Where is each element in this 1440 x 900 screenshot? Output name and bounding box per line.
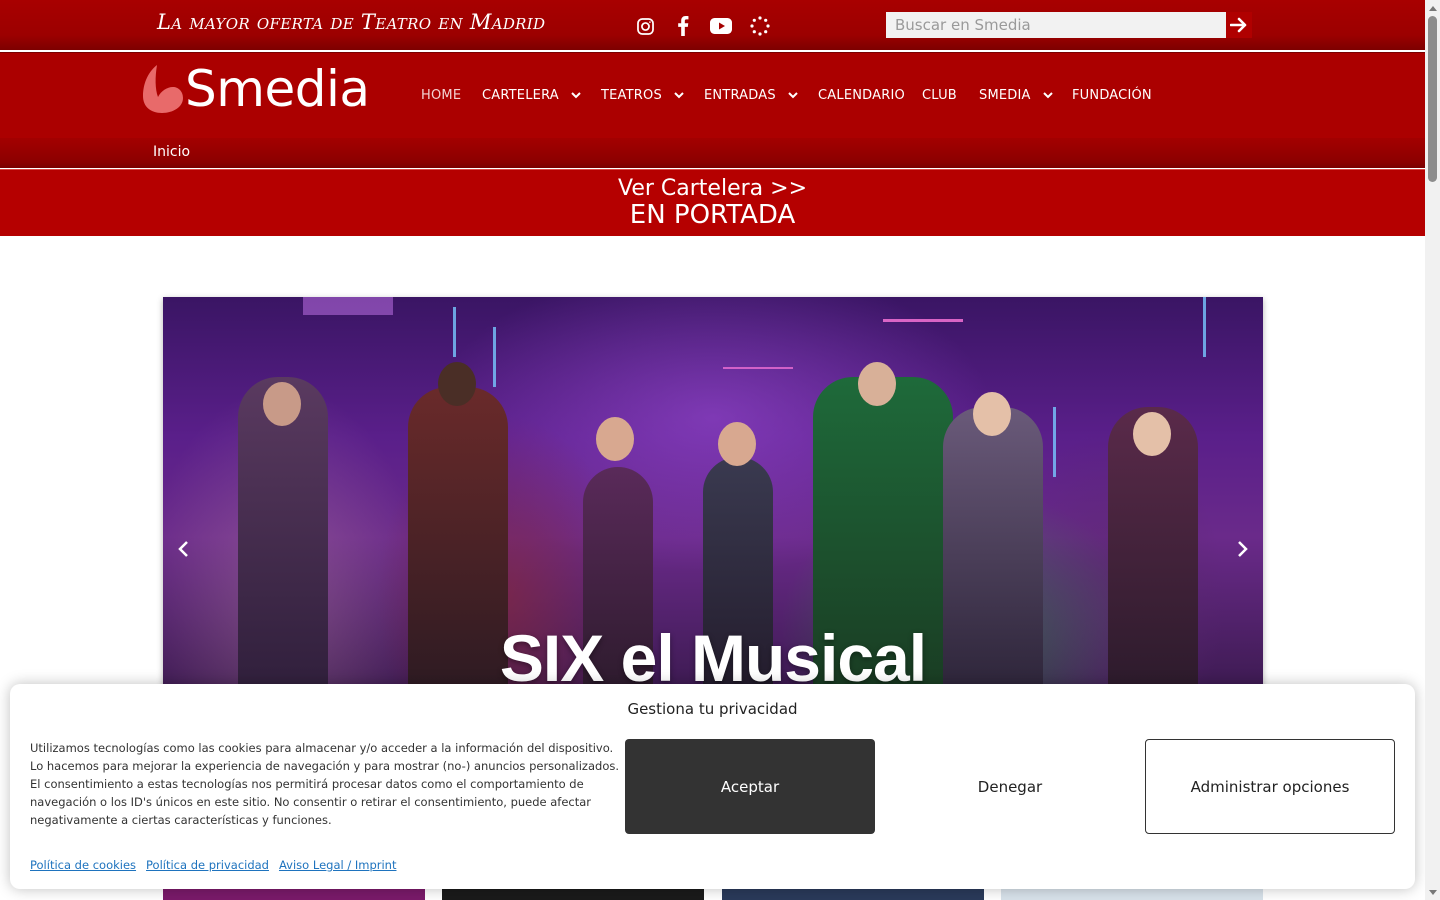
nav-smedia[interactable]: SMEDIA bbox=[979, 88, 1053, 103]
chevron-left-icon bbox=[178, 541, 188, 557]
scroll-thumb[interactable] bbox=[1428, 16, 1437, 182]
search-form bbox=[886, 12, 1252, 38]
top-bar: La mayor oferta de Teatro en Madrid bbox=[0, 0, 1425, 50]
search-input[interactable] bbox=[886, 12, 1226, 38]
chevron-down-icon bbox=[788, 92, 798, 99]
nav-club-label: CLUB bbox=[922, 88, 957, 103]
chevron-down-icon bbox=[674, 92, 684, 99]
nav-cartelera[interactable]: CARTELERA bbox=[482, 88, 581, 103]
nav-fundacion[interactable]: FUNDACIÓN bbox=[1072, 88, 1152, 103]
nav-smedia-label: SMEDIA bbox=[979, 88, 1031, 103]
manage-options-button[interactable]: Administrar opciones bbox=[1145, 739, 1395, 834]
nav-fundacion-label: FUNDACIÓN bbox=[1072, 88, 1152, 103]
chevron-down-icon bbox=[571, 92, 581, 99]
cookie-message: Utilizamos tecnologías como las cookies … bbox=[30, 741, 619, 827]
nav-entradas[interactable]: ENTRADAS bbox=[704, 88, 798, 103]
page-scrollbar[interactable] bbox=[1425, 0, 1440, 900]
nav-cartelera-label: CARTELERA bbox=[482, 88, 559, 103]
nav-teatros-label: TEATROS bbox=[601, 88, 662, 103]
accept-button[interactable]: Aceptar bbox=[625, 739, 875, 834]
nav-home[interactable]: HOME bbox=[421, 88, 461, 103]
nav-calendario-label: CALENDARIO bbox=[818, 88, 905, 103]
search-submit-button[interactable] bbox=[1226, 12, 1252, 38]
show-thumbnail[interactable] bbox=[163, 889, 425, 900]
scroll-up-arrow[interactable] bbox=[1425, 0, 1440, 15]
site-logo[interactable]: Smedia bbox=[143, 60, 370, 118]
deny-button[interactable]: Denegar bbox=[885, 739, 1135, 834]
cookie-consent-dialog: Gestiona tu privacidad Utilizamos tecnol… bbox=[10, 684, 1415, 889]
logo-text: Smedia bbox=[185, 60, 370, 118]
chevron-right-icon bbox=[1238, 541, 1248, 557]
nav-home-label: HOME bbox=[421, 88, 462, 103]
nav-calendario[interactable]: CALENDARIO bbox=[818, 88, 905, 103]
slider-prev-button[interactable] bbox=[173, 537, 193, 561]
facebook-icon[interactable] bbox=[671, 14, 695, 38]
section-heading: EN PORTADA bbox=[629, 200, 796, 230]
breadcrumb-home[interactable]: Inicio bbox=[153, 144, 190, 160]
main-navigation: Smedia HOME CARTELERA TEATROS ENTRADAS C… bbox=[0, 52, 1425, 138]
youtube-icon[interactable] bbox=[709, 14, 733, 38]
show-thumbnail[interactable] bbox=[722, 889, 984, 900]
site-tagline: La mayor oferta de Teatro en Madrid bbox=[157, 10, 546, 34]
slider-next-button[interactable] bbox=[1233, 537, 1253, 561]
cookie-policy-links: Política de cookies Política de privacid… bbox=[30, 858, 396, 872]
chevron-down-icon bbox=[1042, 92, 1053, 99]
nav-teatros[interactable]: TEATROS bbox=[601, 88, 684, 103]
cookie-policy-link[interactable]: Política de cookies bbox=[30, 858, 136, 872]
show-thumbnail[interactable] bbox=[1001, 889, 1263, 900]
section-banner: Ver Cartelera >> EN PORTADA bbox=[0, 169, 1425, 236]
page: La mayor oferta de Teatro en Madrid Busc… bbox=[0, 0, 1440, 900]
show-thumbnail[interactable] bbox=[442, 889, 704, 900]
dots-ring-icon[interactable] bbox=[748, 14, 772, 38]
hero-slider[interactable]: SIX el Musical bbox=[163, 297, 1263, 697]
cookie-title: Gestiona tu privacidad bbox=[627, 700, 798, 718]
instagram-icon[interactable] bbox=[633, 14, 657, 38]
ver-cartelera-link[interactable]: Ver Cartelera >> bbox=[0, 176, 1425, 201]
privacy-policy-link[interactable]: Política de privacidad bbox=[146, 858, 269, 872]
logo-flame-icon bbox=[143, 65, 183, 113]
nav-club[interactable]: CLUB bbox=[922, 88, 957, 103]
scroll-down-arrow[interactable] bbox=[1425, 885, 1440, 900]
nav-entradas-label: ENTRADAS bbox=[704, 88, 776, 103]
legal-notice-link[interactable]: Aviso Legal / Imprint bbox=[279, 858, 397, 872]
breadcrumb: Inicio bbox=[0, 138, 1425, 168]
arrow-right-icon bbox=[1230, 17, 1247, 33]
